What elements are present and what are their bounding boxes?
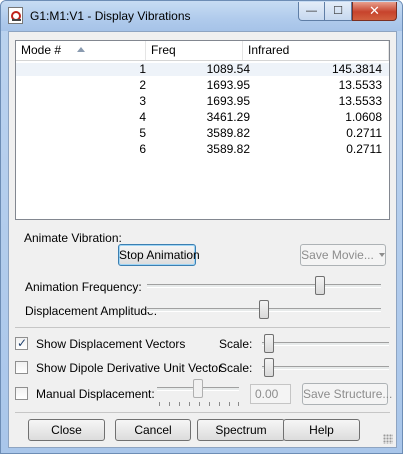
mode-cell: 6	[139, 142, 146, 156]
show-displacement-vectors-label: Show Displacement Vectors	[36, 337, 186, 351]
table-row[interactable]: 2 1693.95 13.5533	[16, 79, 389, 92]
freq-cell: 1693.95	[206, 94, 250, 108]
animation-frequency-label: Animation Frequency:	[25, 280, 142, 294]
show-dipole-vector-checkbox[interactable]	[15, 361, 28, 374]
column-header-label: Freq	[151, 43, 176, 57]
column-header-infrared[interactable]: Infrared	[243, 41, 389, 60]
infrared-cell: 145.3814	[331, 62, 382, 76]
table-row[interactable]: 6 3589.82 0.2711	[16, 143, 389, 156]
manual-displacement-value-field[interactable]: 0.00	[250, 384, 291, 404]
column-header-mode[interactable]: Mode #	[16, 41, 146, 60]
animate-vibration-label: Animate Vibration:	[24, 231, 122, 245]
save-movie-button[interactable]: Save Movie...	[300, 244, 386, 266]
mode-cell: 4	[139, 110, 146, 124]
show-displacement-vectors-checkbox[interactable]: ✓	[15, 336, 28, 350]
slider-tick	[159, 402, 160, 406]
slider-tick	[189, 402, 190, 406]
infrared-cell: 0.2711	[346, 126, 382, 140]
table-row[interactable]: 3 1693.95 13.5533	[16, 95, 389, 108]
freq-cell: 1089.54	[206, 62, 250, 76]
freq-cell: 3589.82	[206, 142, 250, 156]
dropdown-arrow-icon	[378, 253, 385, 257]
displacement-amplitude-slider[interactable]	[259, 300, 269, 319]
manual-displacement-label: Manual Displacement:	[36, 387, 155, 401]
infrared-cell: 0.2711	[346, 142, 382, 156]
bottom-divider	[15, 412, 390, 413]
freq-cell: 1693.95	[206, 78, 250, 92]
mode-cell: 3	[139, 94, 146, 108]
manual-displacement-checkbox[interactable]	[15, 387, 28, 400]
show-dipole-vector-label: Show Dipole Derivative Unit Vector	[36, 361, 223, 375]
table-row[interactable]: 1 1089.54 145.3814	[16, 63, 389, 76]
save-movie-label: Save Movie...	[301, 248, 374, 262]
displacement-scale-track[interactable]	[262, 342, 389, 346]
manual-displacement-slider[interactable]	[193, 379, 203, 398]
checkmark-icon: ✓	[17, 336, 28, 350]
table-row[interactable]: 4 3461.29 1.0608	[16, 111, 389, 124]
freq-cell: 3461.29	[206, 110, 250, 124]
spectrum-button[interactable]: Spectrum	[197, 419, 285, 441]
close-button[interactable]: Close	[28, 419, 105, 441]
table-header: Mode # Freq Infrared	[16, 41, 389, 61]
animation-frequency-track[interactable]	[147, 284, 381, 288]
infrared-cell: 1.0608	[345, 110, 382, 124]
stop-animation-button[interactable]: Stop Animation	[118, 244, 200, 266]
resize-grip-icon[interactable]	[383, 434, 393, 444]
display-vibrations-window: G1:M1:V1 - Display Vibrations — ☐ ✕ Mode…	[0, 0, 403, 454]
title-bar[interactable]: G1:M1:V1 - Display Vibrations — ☐ ✕	[1, 1, 402, 31]
modes-table[interactable]: Mode # Freq Infrared 1 1089.54 145.3814 …	[15, 40, 390, 220]
displacement-scale-label: Scale:	[219, 337, 253, 351]
slider-tick	[169, 402, 170, 406]
dialog-body: Mode # Freq Infrared 1 1089.54 145.3814 …	[8, 31, 397, 448]
sort-ascending-icon	[77, 47, 86, 52]
minimize-button[interactable]: —	[298, 2, 325, 21]
close-window-button[interactable]: ✕	[352, 2, 397, 21]
help-button[interactable]: Help	[283, 419, 360, 441]
displacement-amplitude-label: Displacement Amplitude:	[25, 304, 158, 318]
mode-cell: 1	[139, 62, 146, 76]
dipole-scale-label: Scale:	[219, 361, 253, 375]
column-header-label: Mode #	[21, 43, 62, 57]
freq-cell: 3589.82	[206, 126, 250, 140]
infrared-cell: 13.5533	[338, 94, 382, 108]
dipole-scale-slider[interactable]	[264, 358, 275, 377]
cancel-button[interactable]: Cancel	[115, 419, 191, 441]
column-header-label: Infrared	[248, 43, 290, 57]
displacement-scale-slider[interactable]	[264, 334, 275, 353]
dipole-scale-track[interactable]	[262, 366, 389, 370]
slider-tick	[179, 402, 180, 406]
slider-tick	[229, 402, 230, 406]
window-title: G1:M1:V1 - Display Vibrations	[30, 9, 191, 23]
gaussview-document-icon	[8, 7, 23, 24]
slider-tick	[199, 402, 200, 406]
animation-frequency-slider[interactable]	[315, 276, 325, 295]
slider-tick	[238, 402, 239, 406]
table-row[interactable]: 5 3589.82 0.2711	[16, 127, 389, 140]
slider-tick	[209, 402, 210, 406]
group-divider	[15, 327, 390, 328]
column-header-freq[interactable]: Freq	[146, 41, 243, 60]
infrared-cell: 13.5533	[338, 78, 382, 92]
slider-tick	[219, 402, 220, 406]
mode-cell: 2	[139, 78, 146, 92]
mode-cell: 5	[139, 126, 146, 140]
save-structure-button[interactable]: Save Structure...	[302, 383, 392, 405]
maximize-button[interactable]: ☐	[325, 2, 352, 21]
